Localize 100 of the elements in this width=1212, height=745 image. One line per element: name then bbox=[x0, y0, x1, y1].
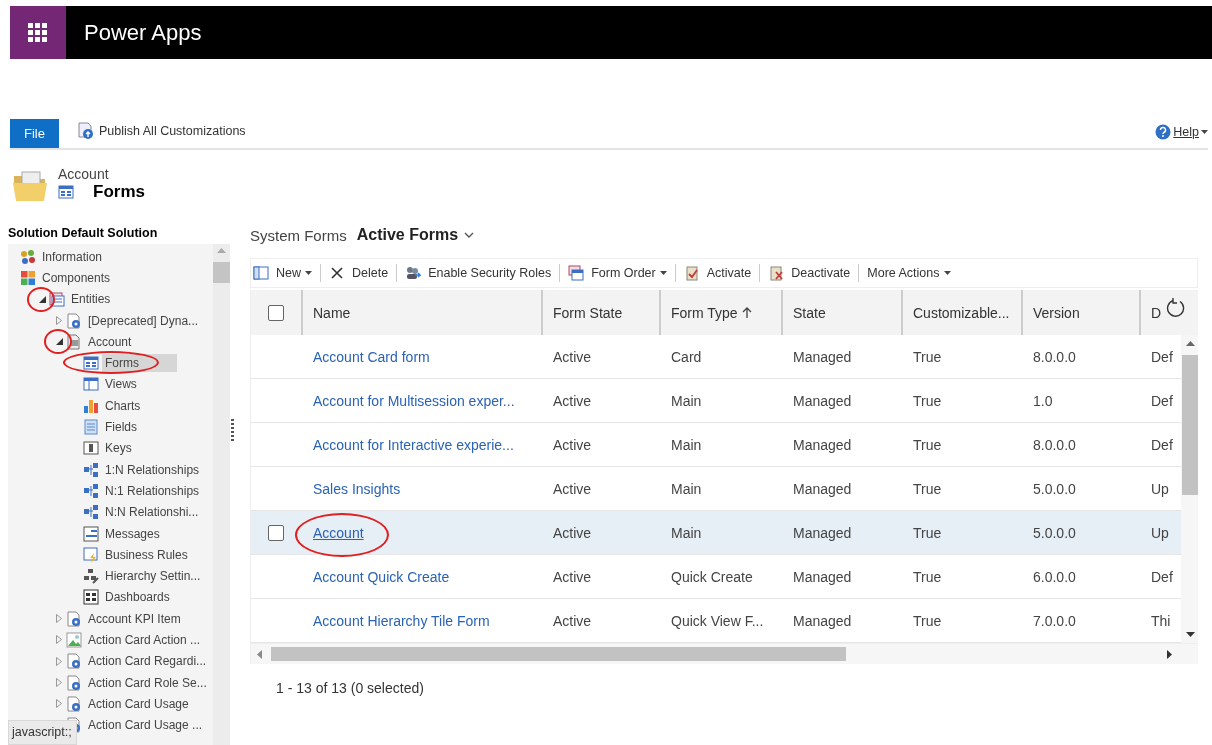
table-cell: 5.0.0.0 bbox=[1033, 524, 1076, 541]
table-cell: True bbox=[913, 480, 942, 497]
table-cell: Active bbox=[553, 436, 592, 453]
table-cell: Active bbox=[553, 480, 592, 497]
publish-button[interactable]: Publish All Customizations bbox=[77, 122, 246, 140]
form-link[interactable]: Account Card form bbox=[313, 348, 430, 365]
column-header[interactable]: Version bbox=[1021, 290, 1139, 335]
tree-item[interactable]: Information bbox=[8, 246, 213, 268]
table-cell: Active bbox=[553, 568, 592, 585]
section-label: System Forms bbox=[250, 226, 347, 244]
tree-item[interactable]: Messages bbox=[8, 522, 213, 545]
page-title: Forms bbox=[93, 182, 145, 202]
help-menu[interactable]: Help bbox=[1155, 124, 1208, 140]
table-cell: True bbox=[913, 392, 942, 409]
table-cell: Quick Create bbox=[671, 568, 753, 585]
table-cell: Active bbox=[553, 524, 592, 541]
table-cell: Main bbox=[671, 524, 702, 541]
table-cell: 1.0 bbox=[1033, 392, 1053, 409]
table-cell: Active bbox=[553, 612, 592, 629]
toolbar-button[interactable]: More Actions bbox=[859, 261, 959, 285]
table-cell: Thi bbox=[1151, 612, 1171, 629]
app-title: Power Apps bbox=[84, 19, 202, 46]
table-cell: 6.0.0.0 bbox=[1033, 568, 1076, 585]
table-cell: Up bbox=[1151, 480, 1169, 497]
tree-item[interactable]: Keys bbox=[8, 437, 213, 459]
tree-item[interactable]: Charts bbox=[8, 395, 213, 417]
column-header[interactable]: Name bbox=[301, 290, 541, 335]
tree-item[interactable]: Hierarchy Settin... bbox=[8, 565, 213, 587]
table-cell: Main bbox=[671, 392, 702, 409]
tree-item[interactable]: Fields bbox=[8, 416, 213, 438]
form-link[interactable]: Sales Insights bbox=[313, 480, 401, 497]
column-header[interactable]: State bbox=[781, 290, 901, 335]
tree-item[interactable]: Action Card Role Se... bbox=[8, 671, 213, 694]
table-cell: True bbox=[913, 524, 942, 541]
table-cell: Main bbox=[671, 436, 702, 453]
solution-name: Solution Default Solution bbox=[8, 225, 159, 242]
table-cell: Managed bbox=[793, 568, 852, 585]
table-cell: Active bbox=[553, 348, 592, 365]
table-cell: Def bbox=[1151, 568, 1173, 585]
table-cell: Main bbox=[671, 480, 702, 497]
form-link[interactable]: Account bbox=[313, 524, 364, 541]
form-link[interactable]: Account Hierarchy Tile Form bbox=[313, 612, 490, 629]
table-cell: Managed bbox=[793, 348, 852, 365]
file-tab[interactable]: File bbox=[10, 119, 59, 148]
record-count: 1 - 13 of 13 (0 selected) bbox=[276, 680, 425, 696]
table-cell: 5.0.0.0 bbox=[1033, 480, 1076, 497]
table-cell: Up bbox=[1151, 524, 1169, 541]
table-cell: 7.0.0.0 bbox=[1033, 612, 1076, 629]
table-cell: True bbox=[913, 436, 942, 453]
table-cell: Managed bbox=[793, 612, 852, 629]
tree-item[interactable]: Views bbox=[8, 373, 213, 396]
table-row[interactable]: Account for Multisession exper... Active Main Managed True 1.0 Def bbox=[251, 379, 1181, 423]
tree-item[interactable]: N:N Relationshi... bbox=[8, 501, 213, 523]
table-cell: Managed bbox=[793, 436, 852, 453]
table-cell: 8.0.0.0 bbox=[1033, 436, 1076, 453]
view-selector[interactable]: Active Forms bbox=[356, 226, 475, 244]
column-header[interactable]: Customizable... bbox=[901, 290, 1021, 335]
tree-item[interactable]: Account bbox=[8, 331, 213, 353]
table-cell: Quick View F... bbox=[671, 612, 764, 629]
form-link[interactable]: Account Quick Create bbox=[313, 568, 450, 585]
tree-item[interactable]: 1:N Relationships bbox=[8, 458, 213, 481]
tree-item[interactable]: Dashboards bbox=[8, 586, 213, 609]
column-header[interactable]: Form Type bbox=[659, 290, 781, 335]
status-tooltip: javascript:; bbox=[8, 720, 77, 745]
entity-name: Account bbox=[58, 166, 110, 182]
table-row[interactable]: Account Quick Create Active Quick Create Managed True 6.0.0.0 Def bbox=[251, 555, 1181, 599]
table-cell: Active bbox=[553, 392, 592, 409]
toolbar-button[interactable]: Enable Security Roles bbox=[397, 261, 560, 285]
table-cell: Card bbox=[671, 348, 702, 365]
tree-item[interactable]: Action Card Action ... bbox=[8, 629, 213, 651]
table-cell: Managed bbox=[793, 392, 852, 409]
tree-item[interactable]: Action Card Regardi... bbox=[8, 650, 213, 672]
tree-item[interactable]: Business Rules bbox=[8, 544, 213, 566]
table-cell: Def bbox=[1151, 392, 1173, 409]
tree-item[interactable]: Action Card Usage bbox=[8, 693, 213, 715]
form-link[interactable]: Account for Interactive experie... bbox=[313, 436, 514, 453]
table-row[interactable]: Account Active Main Managed True 5.0.0.0 Up bbox=[251, 511, 1181, 555]
tree-item[interactable]: Forms bbox=[8, 352, 213, 374]
tree-item[interactable]: Components bbox=[8, 267, 213, 289]
column-header[interactable]: D bbox=[1139, 290, 1181, 335]
toolbar-button[interactable]: New bbox=[251, 261, 320, 285]
tree-item[interactable]: Entities bbox=[8, 288, 213, 310]
table-row[interactable]: Account for Interactive experie... Active Main Managed True 8.0.0.0 Def bbox=[251, 423, 1181, 467]
toolbar-button[interactable]: Delete bbox=[321, 261, 397, 285]
table-cell: 8.0.0.0 bbox=[1033, 348, 1076, 365]
table-row[interactable]: Account Card form Active Card Managed True 8.0.0.0 Def bbox=[251, 335, 1181, 379]
form-link[interactable]: Account for Multisession exper... bbox=[313, 392, 515, 409]
tree-item[interactable]: [Deprecated] Dyna... bbox=[8, 309, 213, 332]
table-cell: Managed bbox=[793, 524, 852, 541]
column-header[interactable]: Form State bbox=[541, 290, 659, 335]
toolbar-button[interactable]: Deactivate bbox=[760, 261, 859, 285]
table-cell: Def bbox=[1151, 436, 1173, 453]
table-cell: True bbox=[913, 568, 942, 585]
toolbar-button[interactable]: Activate bbox=[675, 261, 760, 285]
toolbar-button[interactable]: Form Order bbox=[560, 261, 675, 285]
tree-item[interactable]: N:1 Relationships bbox=[8, 480, 213, 502]
table-cell: Managed bbox=[793, 480, 852, 497]
tree-item[interactable]: Account KPI Item bbox=[8, 608, 213, 630]
table-cell: Def bbox=[1151, 348, 1173, 365]
table-cell: True bbox=[913, 348, 942, 365]
